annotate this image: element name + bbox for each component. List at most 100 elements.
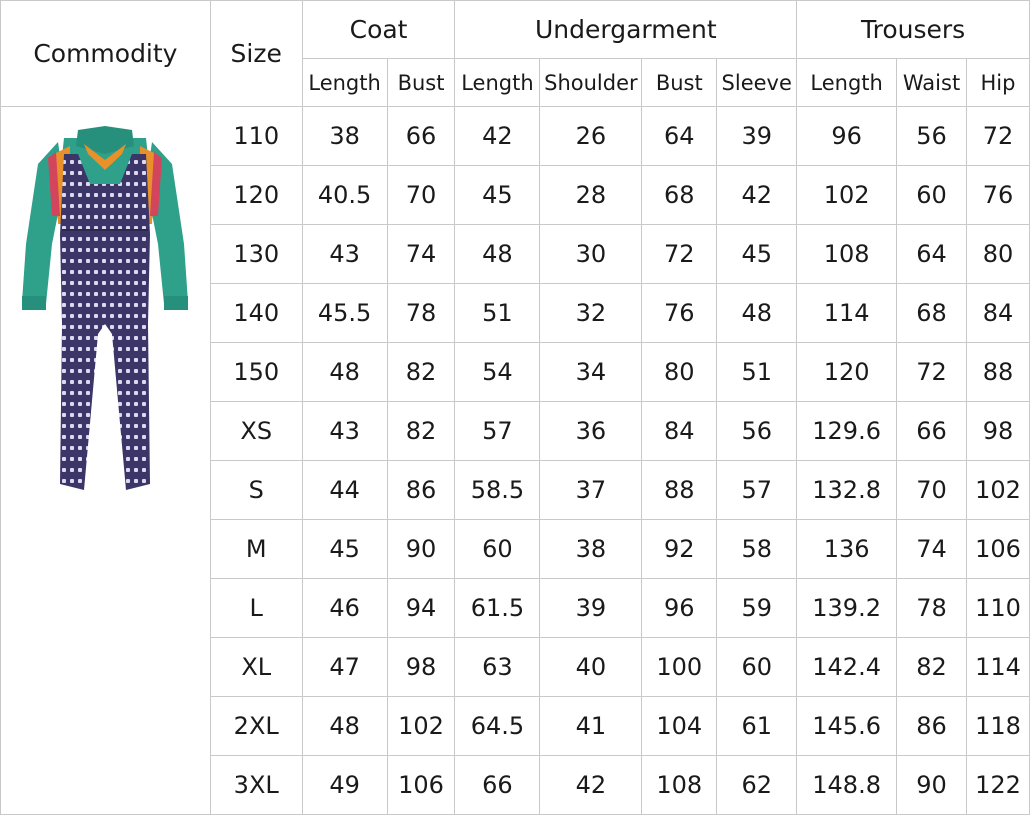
undergarment-bust-cell: 108 bbox=[641, 755, 718, 815]
undergarment-sleeve-cell: 39 bbox=[716, 106, 798, 166]
undergarment-bust-cell: 88 bbox=[641, 460, 718, 520]
undergarment-length-cell: 58.5 bbox=[454, 460, 541, 520]
undergarment-sleeve-cell: 57 bbox=[716, 460, 798, 520]
overalls-costume-illustration-icon bbox=[22, 126, 189, 490]
trousers-hip-header: Hip bbox=[966, 58, 1030, 107]
size-cell: 130 bbox=[209, 224, 303, 284]
trousers-hip-cell: 72 bbox=[966, 106, 1030, 166]
coat-bust-cell: 94 bbox=[386, 578, 456, 638]
undergarment-length-header: Length bbox=[454, 58, 541, 107]
undergarment-length-cell: 64.5 bbox=[454, 696, 541, 756]
trousers-length-header: Length bbox=[796, 58, 898, 107]
undergarment-shoulder-header: Shoulder bbox=[539, 58, 643, 107]
undergarment-bust-cell: 76 bbox=[641, 283, 718, 343]
undergarment-shoulder-cell: 34 bbox=[539, 342, 643, 402]
trousers-waist-cell: 86 bbox=[896, 696, 967, 756]
undergarment-bust-cell: 80 bbox=[641, 342, 718, 402]
undergarment-bust-cell: 96 bbox=[641, 578, 718, 638]
coat-length-cell: 45 bbox=[301, 519, 388, 579]
trousers-length-cell: 108 bbox=[796, 224, 898, 284]
trousers-length-cell: 136 bbox=[796, 519, 898, 579]
coat-bust-cell: 66 bbox=[386, 106, 456, 166]
undergarment-sleeve-cell: 51 bbox=[716, 342, 798, 402]
trousers-waist-cell: 60 bbox=[896, 165, 967, 225]
trousers-length-cell: 120 bbox=[796, 342, 898, 402]
undergarment-sleeve-cell: 61 bbox=[716, 696, 798, 756]
coat-length-cell: 44 bbox=[301, 460, 388, 520]
coat-length-header: Length bbox=[301, 58, 388, 107]
undergarment-shoulder-cell: 32 bbox=[539, 283, 643, 343]
undergarment-bust-cell: 104 bbox=[641, 696, 718, 756]
undergarment-length-cell: 54 bbox=[454, 342, 541, 402]
coat-bust-cell: 74 bbox=[386, 224, 456, 284]
coat-bust-cell: 78 bbox=[386, 283, 456, 343]
coat-bust-cell: 70 bbox=[386, 165, 456, 225]
undergarment-length-cell: 45 bbox=[454, 165, 541, 225]
trousers-waist-cell: 64 bbox=[896, 224, 967, 284]
coat-bust-cell: 102 bbox=[386, 696, 456, 756]
trousers-length-cell: 132.8 bbox=[796, 460, 898, 520]
undergarment-length-cell: 57 bbox=[454, 401, 541, 461]
trousers-length-cell: 114 bbox=[796, 283, 898, 343]
undergarment-bust-header: Bust bbox=[641, 58, 718, 107]
size-cell: 2XL bbox=[209, 696, 303, 756]
size-header: Size bbox=[209, 0, 303, 107]
trousers-waist-cell: 90 bbox=[896, 755, 967, 815]
trousers-waist-cell: 68 bbox=[896, 283, 967, 343]
undergarment-length-cell: 63 bbox=[454, 637, 541, 697]
coat-bust-cell: 106 bbox=[386, 755, 456, 815]
trousers-group-header: Trousers bbox=[796, 0, 1030, 59]
coat-length-cell: 49 bbox=[301, 755, 388, 815]
coat-bust-cell: 86 bbox=[386, 460, 456, 520]
undergarment-bust-cell: 64 bbox=[641, 106, 718, 166]
undergarment-length-cell: 61.5 bbox=[454, 578, 541, 638]
undergarment-shoulder-cell: 40 bbox=[539, 637, 643, 697]
undergarment-bust-cell: 92 bbox=[641, 519, 718, 579]
trousers-hip-cell: 80 bbox=[966, 224, 1030, 284]
undergarment-shoulder-cell: 28 bbox=[539, 165, 643, 225]
trousers-length-cell: 129.6 bbox=[796, 401, 898, 461]
trousers-length-cell: 139.2 bbox=[796, 578, 898, 638]
coat-length-cell: 45.5 bbox=[301, 283, 388, 343]
size-cell: 150 bbox=[209, 342, 303, 402]
commodity-image-cell bbox=[0, 106, 211, 815]
trousers-length-cell: 145.6 bbox=[796, 696, 898, 756]
coat-length-cell: 43 bbox=[301, 401, 388, 461]
trousers-waist-cell: 82 bbox=[896, 637, 967, 697]
coat-bust-header: Bust bbox=[386, 58, 456, 107]
size-cell: 3XL bbox=[209, 755, 303, 815]
undergarment-bust-cell: 68 bbox=[641, 165, 718, 225]
trousers-hip-cell: 114 bbox=[966, 637, 1030, 697]
trousers-hip-cell: 98 bbox=[966, 401, 1030, 461]
undergarment-length-cell: 48 bbox=[454, 224, 541, 284]
trousers-waist-cell: 78 bbox=[896, 578, 967, 638]
trousers-waist-cell: 74 bbox=[896, 519, 967, 579]
undergarment-bust-cell: 72 bbox=[641, 224, 718, 284]
undergarment-length-cell: 51 bbox=[454, 283, 541, 343]
undergarment-sleeve-cell: 58 bbox=[716, 519, 798, 579]
trousers-waist-cell: 66 bbox=[896, 401, 967, 461]
undergarment-shoulder-cell: 41 bbox=[539, 696, 643, 756]
undergarment-shoulder-cell: 39 bbox=[539, 578, 643, 638]
undergarment-bust-cell: 100 bbox=[641, 637, 718, 697]
undergarment-sleeve-cell: 48 bbox=[716, 283, 798, 343]
commodity-header: Commodity bbox=[0, 0, 211, 107]
size-chart-table: Commodity Size Coat Undergarment Trouser… bbox=[0, 0, 1030, 815]
trousers-waist-header: Waist bbox=[896, 58, 967, 107]
undergarment-sleeve-cell: 56 bbox=[716, 401, 798, 461]
undergarment-sleeve-header: Sleeve bbox=[716, 58, 798, 107]
size-cell: M bbox=[209, 519, 303, 579]
coat-length-cell: 46 bbox=[301, 578, 388, 638]
coat-length-cell: 47 bbox=[301, 637, 388, 697]
trousers-hip-cell: 106 bbox=[966, 519, 1030, 579]
undergarment-shoulder-cell: 26 bbox=[539, 106, 643, 166]
coat-length-cell: 48 bbox=[301, 342, 388, 402]
size-cell: L bbox=[209, 578, 303, 638]
undergarment-length-cell: 42 bbox=[454, 106, 541, 166]
table-row: 110 38 66 42 26 64 39 96 56 72 bbox=[0, 106, 1030, 815]
undergarment-group-header: Undergarment bbox=[454, 0, 798, 59]
trousers-length-cell: 102 bbox=[796, 165, 898, 225]
size-cell: 140 bbox=[209, 283, 303, 343]
size-cell: XL bbox=[209, 637, 303, 697]
undergarment-shoulder-cell: 36 bbox=[539, 401, 643, 461]
